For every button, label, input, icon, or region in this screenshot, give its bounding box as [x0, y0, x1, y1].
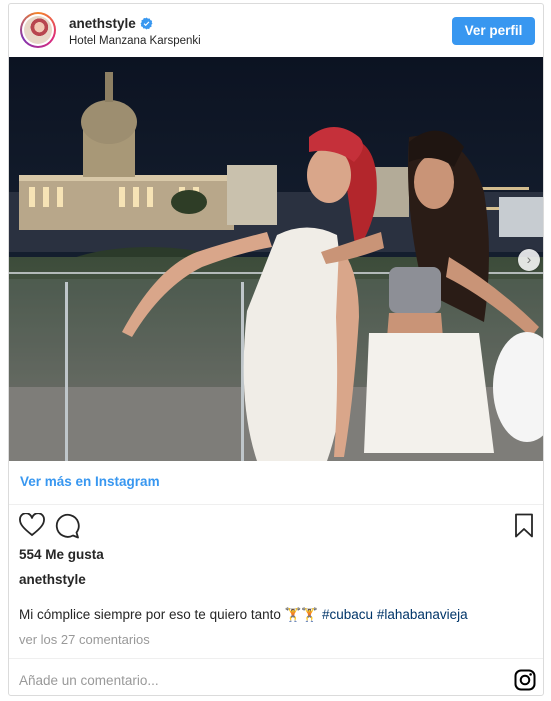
heart-icon[interactable] [19, 512, 45, 542]
username-label[interactable]: anethstyle [69, 16, 136, 31]
location-label[interactable]: Hotel Manzana Karspenki [69, 35, 201, 47]
view-comments-link[interactable]: ver los 27 comentarios [19, 632, 150, 647]
instagram-embed-card: anethstyle Hotel Manzana Karspenki Ver p… [8, 3, 544, 696]
bookmark-icon[interactable] [514, 513, 534, 543]
view-profile-button[interactable]: Ver perfil [452, 17, 535, 45]
divider [9, 658, 543, 659]
post-header: anethstyle Hotel Manzana Karspenki Ver p… [9, 4, 543, 57]
username[interactable]: anethstyle [69, 16, 153, 33]
next-photo-button[interactable]: › [518, 249, 540, 271]
instagram-logo-icon[interactable] [514, 669, 536, 696]
view-more-link[interactable]: Ver más en Instagram [20, 474, 160, 489]
likes-count[interactable]: 554 Me gusta [19, 547, 104, 562]
caption: Mi cómplice siempre por eso te quiero ta… [19, 607, 468, 623]
hashtag-link[interactable]: #lahabanavieja [377, 607, 468, 622]
caption-text: Mi cómplice siempre por eso te quiero ta… [19, 607, 319, 622]
post-photo[interactable]: › [9, 57, 543, 461]
caption-username[interactable]: anethstyle [19, 572, 86, 587]
verified-badge-icon [140, 17, 153, 33]
add-comment-input[interactable]: Añade un comentario... [19, 673, 159, 688]
comment-icon[interactable] [54, 513, 80, 544]
divider [9, 504, 543, 505]
post-image [9, 57, 543, 461]
avatar[interactable] [20, 12, 56, 48]
hashtag-link[interactable]: #cubacu [322, 607, 373, 622]
chevron-right-icon: › [526, 251, 532, 267]
